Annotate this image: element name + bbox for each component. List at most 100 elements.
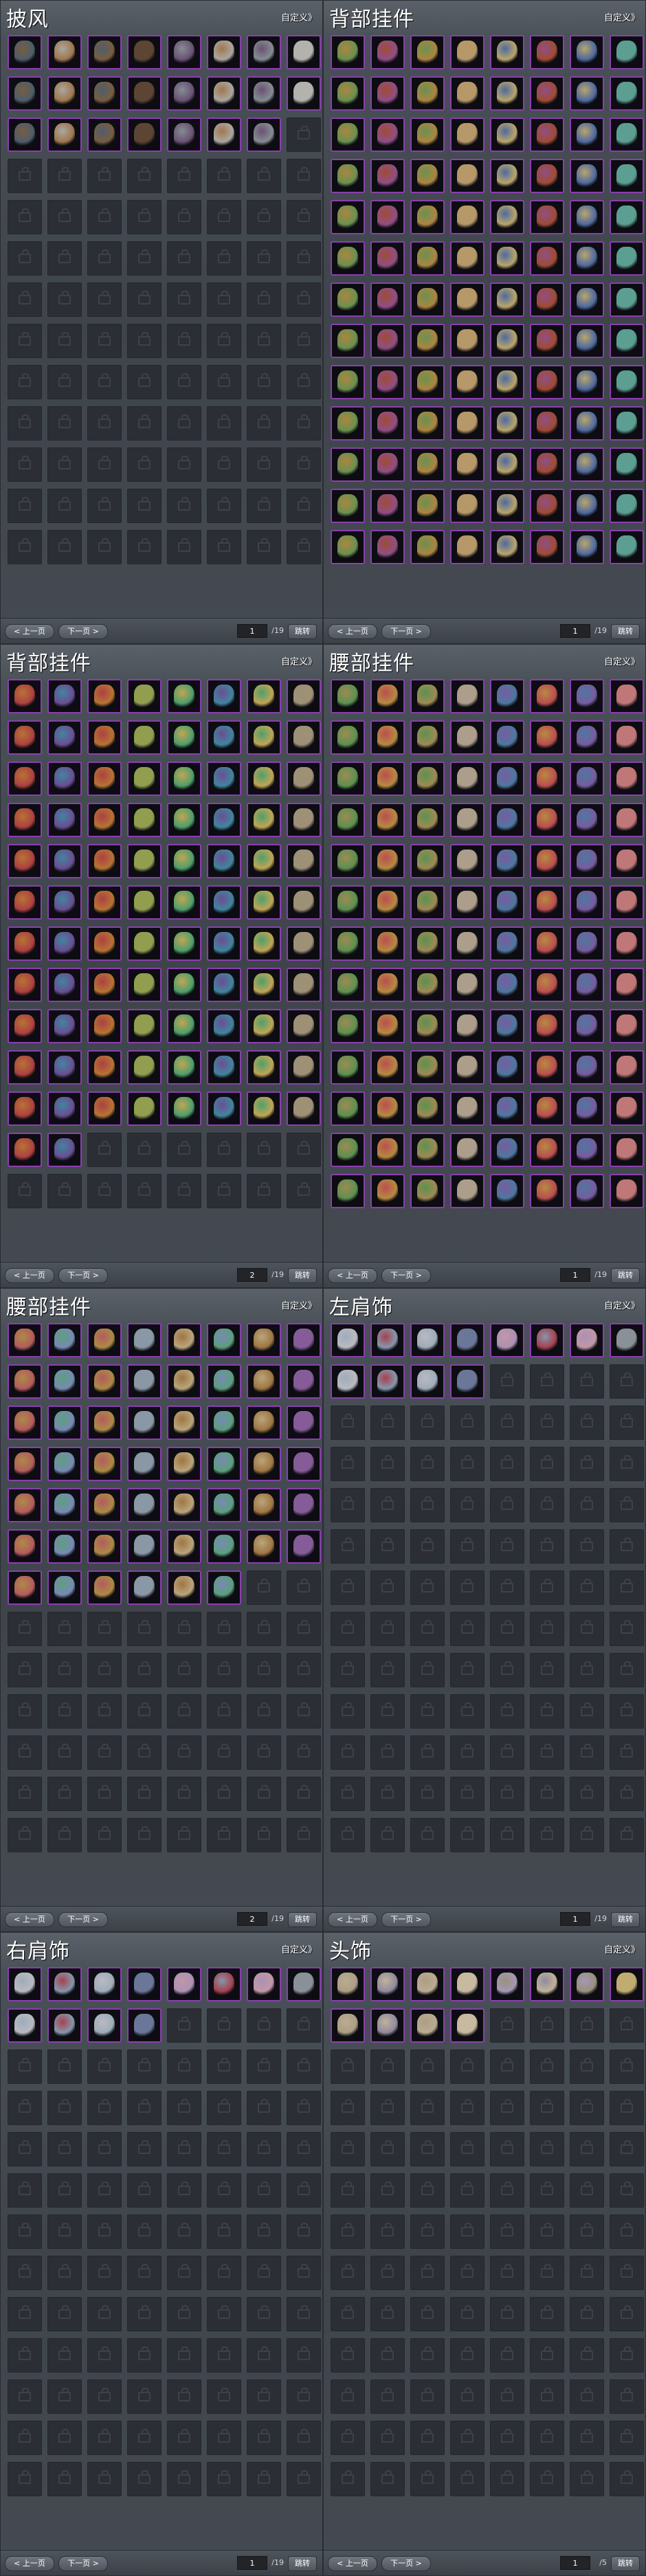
item-slot[interactable] — [167, 679, 201, 713]
item-slot[interactable] — [530, 968, 564, 1002]
item-slot[interactable] — [8, 1364, 42, 1399]
item-slot[interactable] — [47, 1488, 82, 1522]
item-slot[interactable] — [370, 1050, 405, 1085]
item-slot[interactable] — [207, 1488, 241, 1522]
item-slot[interactable] — [530, 1133, 564, 1167]
item-slot[interactable] — [370, 2008, 405, 2043]
item-slot[interactable] — [127, 1009, 162, 1043]
item-slot[interactable] — [287, 1447, 321, 1481]
item-slot[interactable] — [247, 1447, 281, 1481]
item-slot[interactable] — [570, 241, 604, 276]
item-slot[interactable] — [410, 926, 445, 961]
customize-button[interactable]: 自定义》 — [281, 10, 317, 23]
item-slot[interactable] — [490, 489, 524, 523]
item-slot[interactable] — [570, 1050, 604, 1085]
item-slot[interactable] — [490, 1967, 524, 2001]
item-slot[interactable] — [490, 1323, 524, 1357]
item-slot[interactable] — [127, 1050, 162, 1085]
item-slot[interactable] — [8, 1529, 42, 1564]
item-slot[interactable] — [247, 926, 281, 961]
item-slot[interactable] — [610, 720, 644, 755]
item-slot[interactable] — [370, 489, 405, 523]
item-slot[interactable] — [570, 76, 604, 111]
page-number-input[interactable] — [237, 2556, 267, 2570]
page-number-input[interactable] — [560, 1268, 590, 1282]
next-page-button[interactable]: 下一页 > — [58, 624, 108, 639]
item-slot[interactable] — [530, 720, 564, 755]
item-slot[interactable] — [450, 1174, 485, 1208]
item-slot[interactable] — [530, 1323, 564, 1357]
jump-button[interactable]: 跳转 — [288, 1912, 317, 1927]
item-slot[interactable] — [127, 1323, 162, 1357]
item-slot[interactable] — [610, 1133, 644, 1167]
item-slot[interactable] — [530, 489, 564, 523]
item-slot[interactable] — [167, 720, 201, 755]
next-page-button[interactable]: 下一页 > — [381, 1912, 431, 1927]
item-slot[interactable] — [87, 1050, 122, 1085]
item-slot[interactable] — [410, 762, 445, 796]
item-slot[interactable] — [490, 447, 524, 482]
item-slot[interactable] — [47, 1447, 82, 1481]
item-slot[interactable] — [8, 803, 42, 837]
item-slot[interactable] — [287, 1091, 321, 1126]
item-slot[interactable] — [450, 489, 485, 523]
item-slot[interactable] — [410, 885, 445, 920]
item-slot[interactable] — [530, 803, 564, 837]
item-slot[interactable] — [87, 1323, 122, 1357]
item-slot[interactable] — [610, 844, 644, 878]
item-slot[interactable] — [490, 118, 524, 152]
item-slot[interactable] — [490, 324, 524, 358]
item-slot[interactable] — [450, 1364, 485, 1399]
item-slot[interactable] — [530, 926, 564, 961]
next-page-button[interactable]: 下一页 > — [58, 1268, 108, 1283]
item-slot[interactable] — [127, 1364, 162, 1399]
item-slot[interactable] — [287, 926, 321, 961]
item-slot[interactable] — [47, 1323, 82, 1357]
item-slot[interactable] — [331, 200, 365, 234]
item-slot[interactable] — [287, 1967, 321, 2001]
item-slot[interactable] — [287, 1488, 321, 1522]
item-slot[interactable] — [490, 241, 524, 276]
item-slot[interactable] — [450, 1050, 485, 1085]
item-slot[interactable] — [331, 365, 365, 399]
item-slot[interactable] — [370, 118, 405, 152]
item-slot[interactable] — [8, 1488, 42, 1522]
item-slot[interactable] — [570, 679, 604, 713]
item-slot[interactable] — [530, 35, 564, 69]
item-slot[interactable] — [331, 885, 365, 920]
item-slot[interactable] — [47, 803, 82, 837]
item-slot[interactable] — [127, 1967, 162, 2001]
item-slot[interactable] — [47, 1050, 82, 1085]
item-slot[interactable] — [127, 2008, 162, 2043]
item-slot[interactable] — [570, 1091, 604, 1126]
item-slot[interactable] — [610, 1323, 644, 1357]
item-slot[interactable] — [570, 926, 604, 961]
item-slot[interactable] — [331, 762, 365, 796]
item-slot[interactable] — [570, 1323, 604, 1357]
item-slot[interactable] — [450, 1133, 485, 1167]
item-slot[interactable] — [127, 762, 162, 796]
jump-button[interactable]: 跳转 — [611, 1912, 640, 1927]
item-slot[interactable] — [410, 159, 445, 193]
item-slot[interactable] — [87, 1967, 122, 2001]
item-slot[interactable] — [490, 1091, 524, 1126]
item-slot[interactable] — [127, 968, 162, 1002]
item-slot[interactable] — [8, 968, 42, 1002]
item-slot[interactable] — [87, 2008, 122, 2043]
item-slot[interactable] — [287, 1050, 321, 1085]
item-slot[interactable] — [127, 926, 162, 961]
item-slot[interactable] — [410, 2008, 445, 2043]
item-slot[interactable] — [207, 844, 241, 878]
item-slot[interactable] — [8, 1406, 42, 1440]
next-page-button[interactable]: 下一页 > — [58, 2556, 108, 2571]
item-slot[interactable] — [450, 2008, 485, 2043]
item-slot[interactable] — [490, 76, 524, 111]
page-number-input[interactable] — [560, 1912, 590, 1926]
item-slot[interactable] — [87, 1009, 122, 1043]
item-slot[interactable] — [207, 679, 241, 713]
customize-button[interactable]: 自定义》 — [281, 1942, 317, 1955]
item-slot[interactable] — [207, 1050, 241, 1085]
item-slot[interactable] — [247, 885, 281, 920]
item-slot[interactable] — [331, 1133, 365, 1167]
item-slot[interactable] — [410, 365, 445, 399]
